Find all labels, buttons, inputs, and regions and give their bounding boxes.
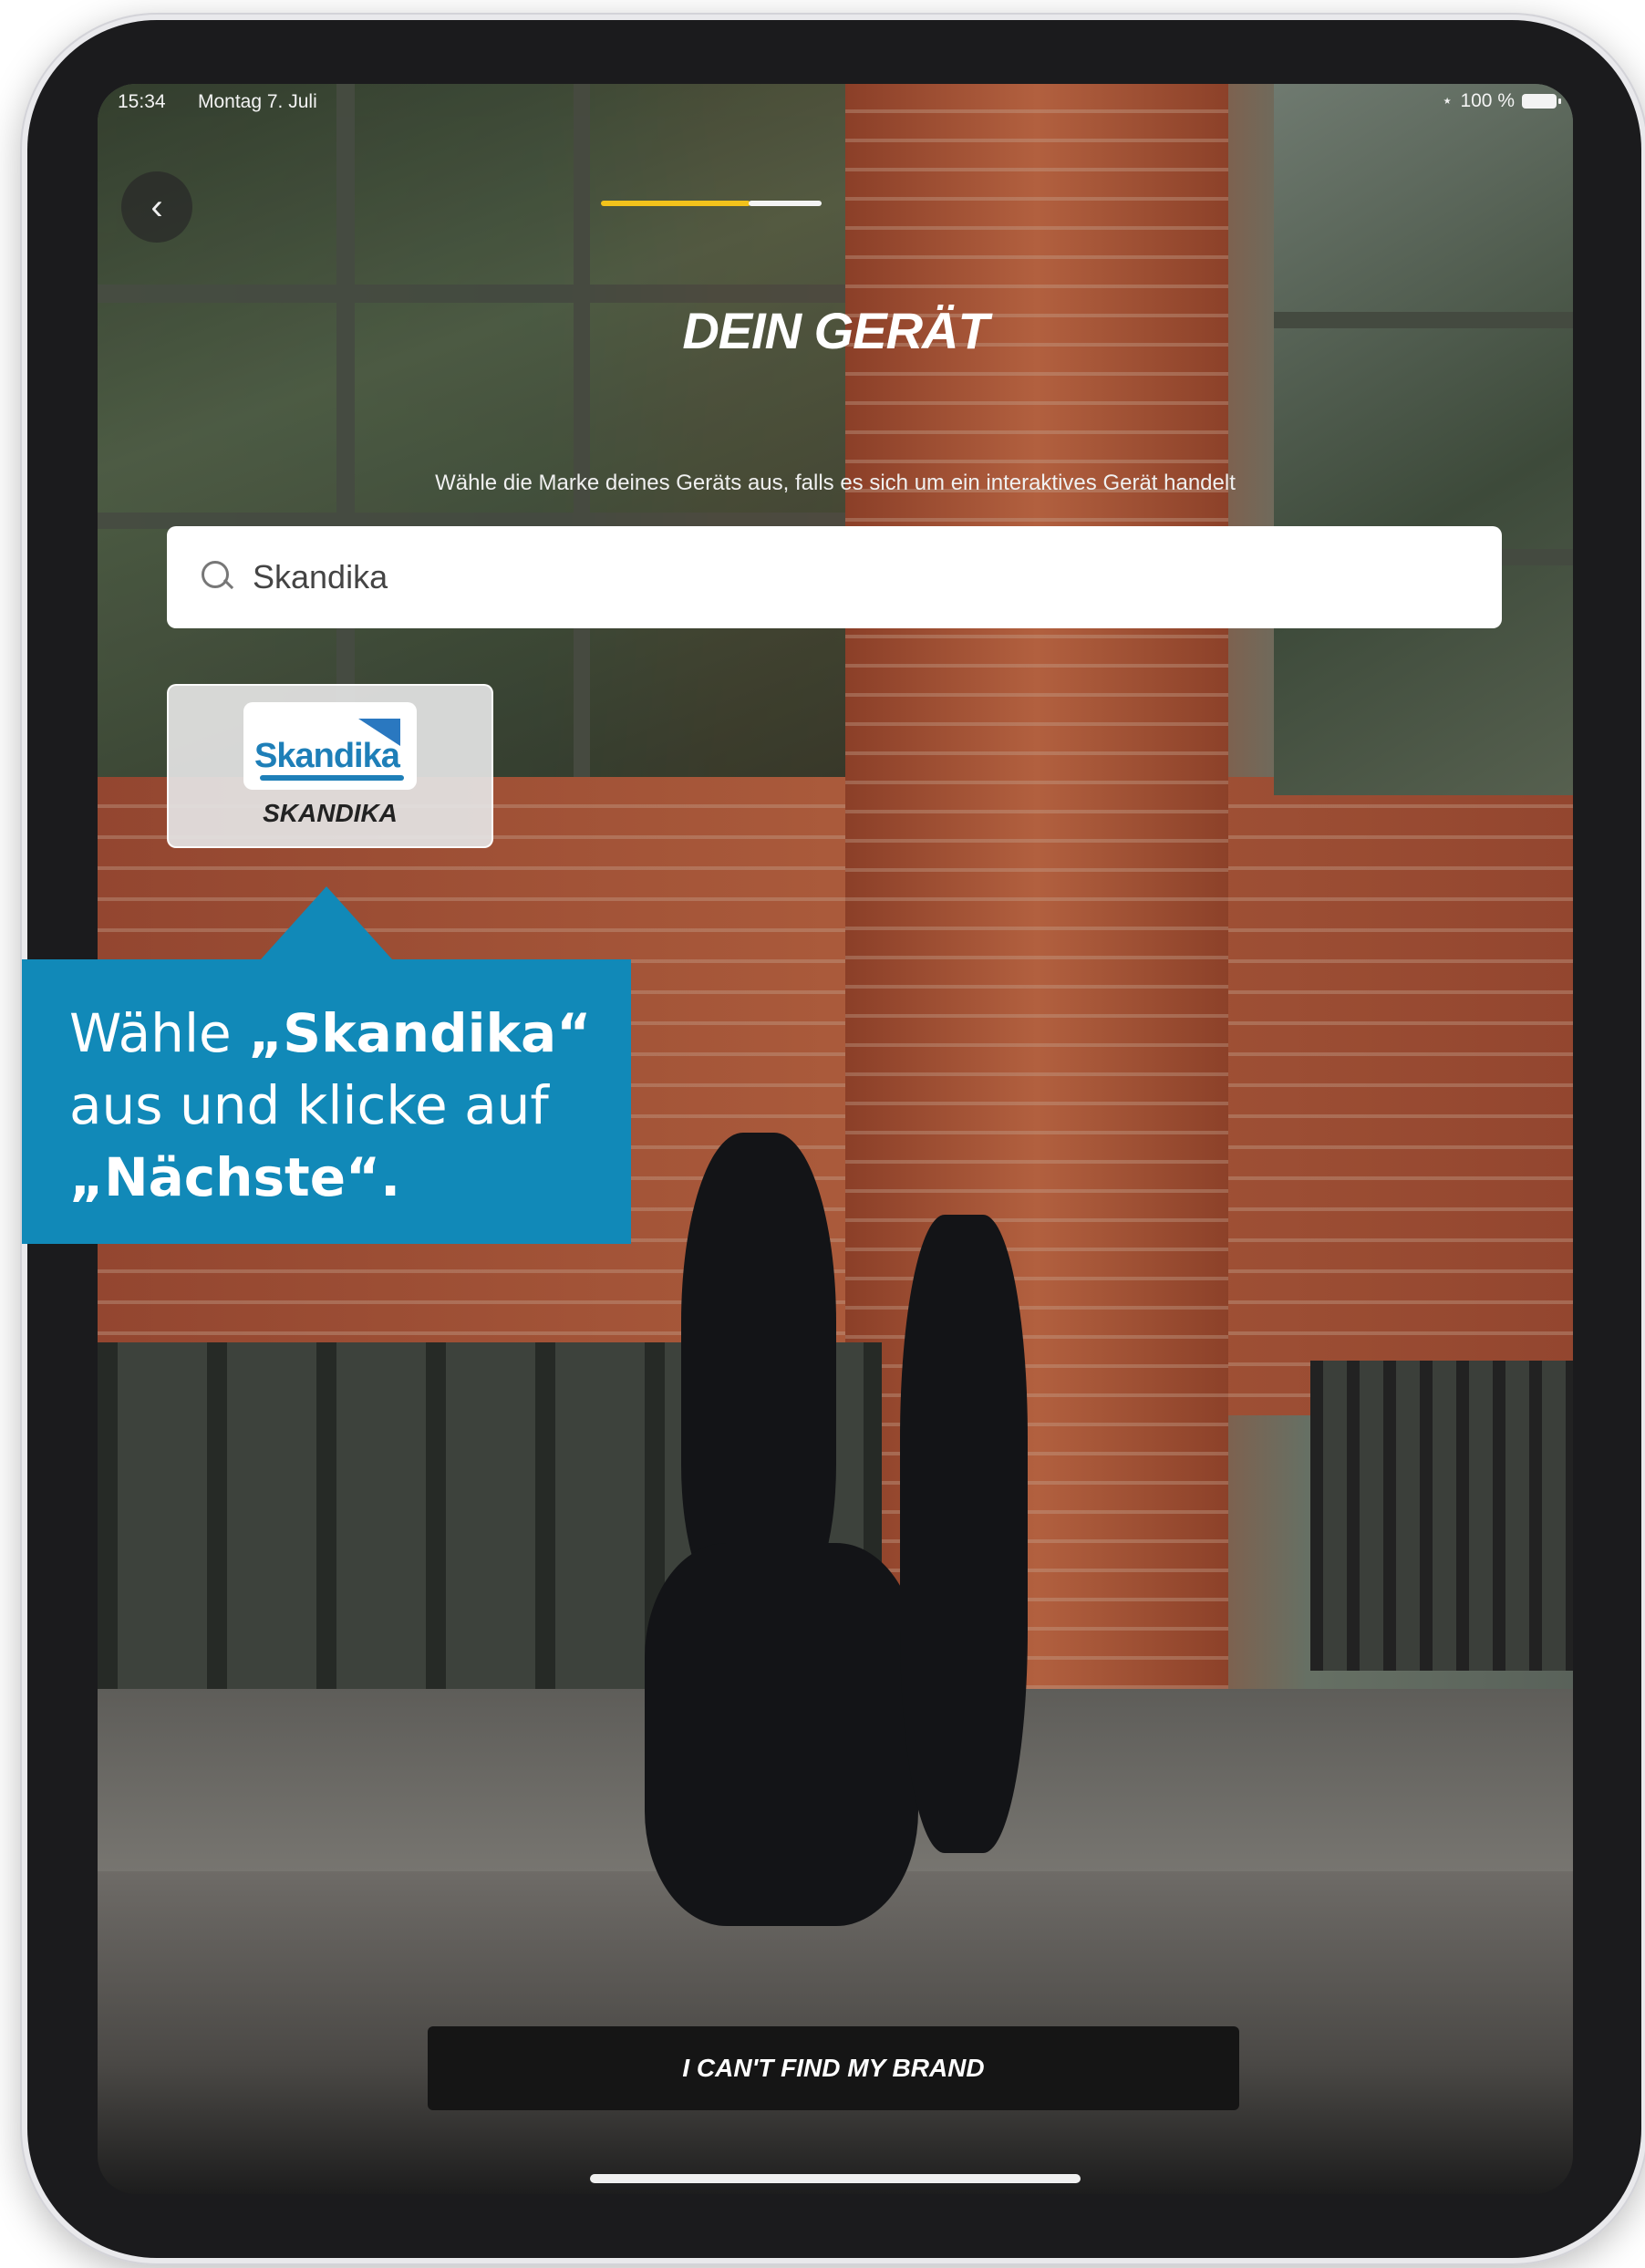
status-time: 15:34 (118, 91, 166, 112)
logo-underline (260, 775, 404, 781)
brand-name: SKANDIKA (263, 799, 398, 827)
back-button[interactable]: ‹ (121, 171, 192, 243)
page-subtitle: Wähle die Marke deines Geräts aus, falls… (435, 471, 1236, 495)
brand-card-skandika[interactable]: Skandika SKANDIKA (167, 684, 493, 848)
progress-segment-active (601, 201, 750, 206)
callout-line-2: aus und klicke auf (69, 1074, 549, 1136)
background-window-left (98, 84, 845, 777)
status-date: Montag 7. Juli (198, 91, 317, 112)
battery-percent: 100 % (1460, 89, 1515, 111)
callout-next-emphasis: „Nächste“. (69, 1146, 401, 1208)
progress-segment-remaining (822, 201, 1055, 206)
progress-indicator (601, 201, 1057, 206)
background-lower-window-right (1310, 1361, 1573, 1671)
runner-woman (900, 1215, 1028, 1853)
wifi-icon: ⋆ (1441, 91, 1454, 111)
brand-logo-text: Skandika (254, 737, 400, 775)
home-indicator[interactable] (590, 2174, 1081, 2183)
callout-brand-emphasis: „Skandika“ (248, 1002, 592, 1064)
status-bar: 15:34 Montag 7. Juli ⋆ 100 % (98, 84, 1573, 120)
instruction-callout: Wähle „Skandika“ aus und klicke auf „Näc… (22, 886, 631, 1244)
runner-man (681, 1133, 836, 1607)
callout-line-3: „Nächste“. (69, 1142, 631, 1214)
page-title: DEIN GERÄT (682, 302, 988, 359)
chevron-left-icon: ‹ (150, 187, 163, 227)
cant-find-brand-button[interactable]: I CAN'T FIND MY BRAND (428, 2026, 1239, 2110)
callout-line-1: Wähle „Skandika“ (69, 1002, 592, 1064)
search-input[interactable]: Skandika (167, 526, 1502, 628)
status-right: ⋆ 100 % (1441, 89, 1561, 112)
battery-icon (1522, 93, 1561, 109)
search-icon (200, 559, 236, 595)
search-value: Skandika (253, 558, 388, 595)
runner-man-legs (645, 1543, 918, 1926)
progress-segment-current (749, 201, 822, 206)
background-window-right (1274, 84, 1573, 795)
brand-logo: Skandika (243, 702, 417, 790)
